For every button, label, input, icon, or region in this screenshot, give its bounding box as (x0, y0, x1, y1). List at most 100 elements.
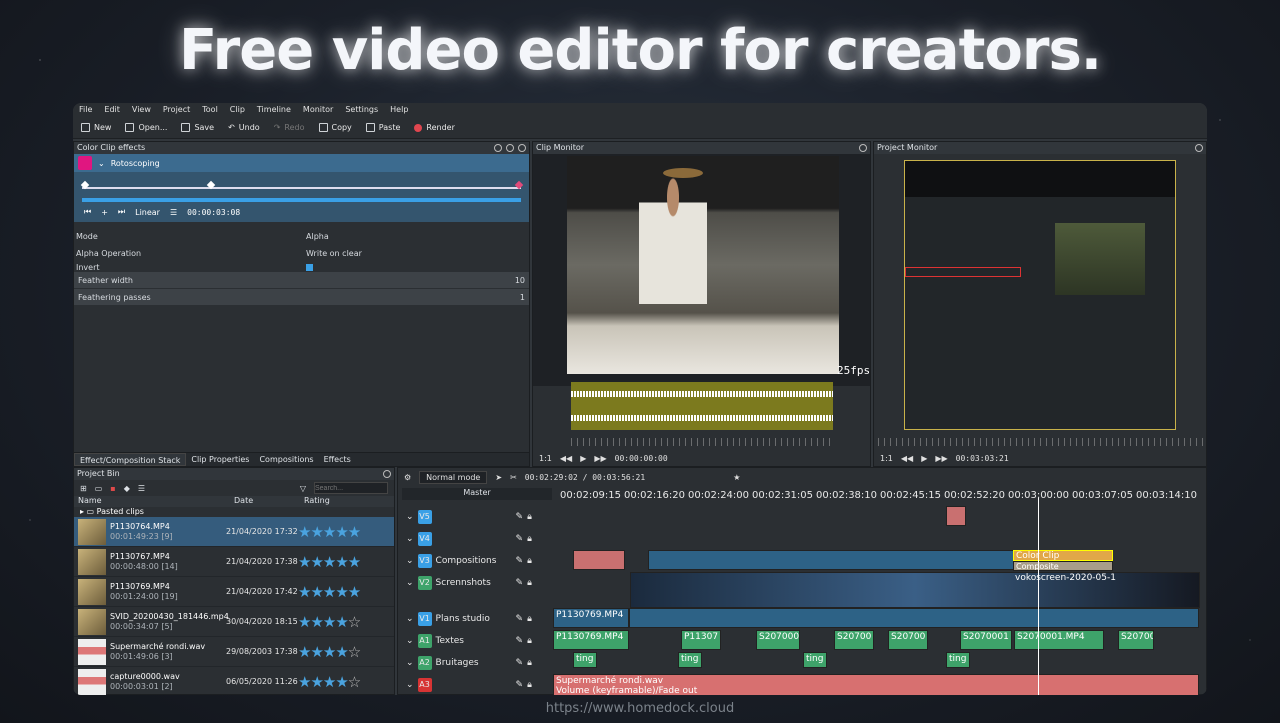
lock-icon[interactable]: 🔒︎ (527, 556, 532, 566)
close-icon[interactable] (859, 144, 867, 152)
timeline-timecode[interactable]: 00:02:29:02 / 00:03:56:21 (525, 473, 645, 482)
menu-icon[interactable]: ☰ (138, 484, 145, 493)
rating-stars[interactable]: ★★★★★ (298, 523, 361, 541)
project-timecode[interactable]: 00:03:03:21 (956, 454, 1009, 463)
paste-button[interactable]: Paste (365, 123, 400, 132)
menu-settings[interactable]: Settings (345, 105, 378, 115)
play-icon[interactable]: ▶ (580, 454, 586, 463)
menu-monitor[interactable]: Monitor (303, 105, 333, 115)
edit-icon[interactable]: ✎ (516, 534, 524, 544)
bin-item[interactable]: P1130769.MP4 00:01:24:00 [19] 21/04/2020 1… (74, 577, 394, 607)
a1-clip[interactable]: P11307 (681, 630, 721, 650)
lock-icon[interactable]: 🔒︎ (527, 636, 532, 646)
track-header-v3[interactable]: ⌄ V3 Compositions ✎ 🔒︎ (398, 550, 532, 572)
bin-item[interactable]: SVID_20200430_181446.mp4 00:00:34:07 [5] 3… (74, 607, 394, 637)
lock-icon[interactable]: 🔒︎ (527, 578, 532, 588)
rating-stars[interactable]: ★★★★☆ (298, 673, 361, 691)
lock-icon[interactable]: 🔒︎ (527, 512, 532, 522)
bin-item[interactable]: P1130767.MP4 00:00:48:00 [14] 21/04/2020 1… (74, 547, 394, 577)
edit-icon[interactable]: ✎ (516, 614, 524, 624)
interpolation-select[interactable]: Linear (135, 208, 160, 217)
chevron-down-icon[interactable]: ⌄ (406, 534, 414, 544)
timeline-clip[interactable] (573, 550, 625, 570)
menu-clip[interactable]: Clip (230, 105, 245, 115)
clip-timecode[interactable]: 00:00:00:00 (615, 454, 668, 463)
edit-icon[interactable]: ✎ (516, 658, 524, 668)
tab-compositions[interactable]: Compositions (254, 453, 318, 466)
tag-icon[interactable]: ◆ (124, 484, 130, 493)
lock-icon[interactable]: 🔒︎ (527, 658, 532, 668)
v1-clip-rest[interactable] (629, 608, 1199, 628)
previous-keyframe-icon[interactable]: ⏮ (84, 207, 91, 217)
mode-select[interactable]: Normal mode (419, 470, 488, 484)
razor-tool-icon[interactable]: ✂ (510, 473, 517, 482)
a2-clip[interactable]: ting (678, 652, 702, 668)
a1-clip[interactable]: S2070001.MP4 (1014, 630, 1104, 650)
chevron-down-icon[interactable]: ⌄ (406, 556, 414, 566)
copy-button[interactable]: Copy (318, 123, 352, 132)
col-date[interactable]: Date (234, 496, 304, 507)
a1-clip[interactable]: P1130769.MP4 (553, 630, 629, 650)
lock-icon[interactable]: 🔒︎ (527, 614, 532, 624)
edit-icon[interactable]: ✎ (516, 556, 524, 566)
add-keyframe-icon[interactable]: + (101, 208, 108, 217)
eye-icon[interactable] (506, 144, 514, 152)
edit-icon[interactable]: ✎ (516, 680, 524, 690)
lock-icon[interactable]: 🔒︎ (527, 534, 532, 544)
menu-help[interactable]: Help (390, 105, 408, 115)
open-button[interactable]: Open... (125, 123, 167, 132)
edit-icon[interactable]: ✎ (516, 636, 524, 646)
folder-icon[interactable]: ▭ (95, 484, 103, 493)
rating-stars[interactable]: ★★★★☆ (298, 643, 361, 661)
a1-clip[interactable]: S2070001 (960, 630, 1012, 650)
slider-feather-width[interactable]: Feather width 10 (74, 272, 529, 289)
col-name[interactable]: Name (78, 496, 234, 507)
new-button[interactable]: New (81, 123, 111, 132)
chevron-down-icon[interactable]: ⌄ (406, 658, 414, 668)
add-clip-icon[interactable]: ⊞ (80, 484, 87, 493)
menu-view[interactable]: View (132, 105, 151, 115)
undo-button[interactable]: ↶ Undo (228, 123, 260, 132)
track-header-a3[interactable]: ⌄ A3 ✎ 🔒︎ (398, 674, 532, 695)
tab-effects[interactable]: Effects (319, 453, 356, 466)
chevron-down-icon[interactable]: ⌄ (406, 578, 414, 588)
bin-search-input[interactable] (314, 482, 388, 494)
slider-feathering-passes[interactable]: Feathering passes 1 (74, 289, 529, 306)
render-button[interactable]: Render (414, 123, 455, 132)
chevron-down-icon[interactable]: ⌄ (406, 614, 414, 624)
rating-stars[interactable]: ★★★★★ (298, 583, 361, 601)
next-keyframe-icon[interactable]: ⏭ (118, 207, 125, 217)
playhead[interactable] (1038, 498, 1039, 695)
chevron-down-icon[interactable]: ⌄ (406, 512, 414, 522)
a1-clip[interactable]: S20700 (888, 630, 928, 650)
menu-timeline[interactable]: Timeline (257, 105, 291, 115)
close-icon[interactable] (383, 470, 391, 478)
delete-icon[interactable]: ▪ (110, 484, 115, 493)
a1-clip[interactable]: S20700 (834, 630, 874, 650)
timeline-ruler[interactable]: 00:02:09:15 00:02:16:20 00:02:24:00 00:02:3… (560, 490, 1206, 501)
master-button[interactable]: Master (402, 488, 552, 500)
track-header-v2[interactable]: ⌄ V2 Scrennshots ✎ 🔒︎ (398, 572, 532, 594)
a1-clip[interactable]: S20700 (1118, 630, 1154, 650)
v1-clip[interactable]: P1130769.MP4 (553, 608, 629, 628)
col-rating[interactable]: Rating (304, 496, 330, 507)
keyframe-timecode[interactable]: 00:00:03:08 (187, 208, 240, 217)
tab-effect-stack[interactable]: Effect/Composition Stack (74, 453, 187, 466)
menu-tool[interactable]: Tool (202, 105, 218, 115)
bin-item[interactable]: P1130764.MP4 00:01:49:23 [9] 21/04/2020 17… (74, 517, 394, 547)
bin-folder[interactable]: ▸ ▭ Pasted clips (74, 507, 394, 517)
a2-clip[interactable]: ting (573, 652, 597, 668)
dock-icon[interactable] (494, 144, 502, 152)
track-header-v5[interactable]: ⌄ V5 ✎ 🔒︎ (398, 506, 532, 528)
track-header-a1[interactable]: ⌄ A1 Textes ✎ 🔒︎ (398, 630, 532, 652)
track-header-a2[interactable]: ⌄ A2 Bruitages ✎ 🔒︎ (398, 652, 532, 674)
forward-icon[interactable]: ▶▶ (594, 454, 606, 463)
save-button[interactable]: Save (181, 123, 214, 132)
a2-clip[interactable]: ting (803, 652, 827, 668)
a1-clip[interactable]: S207000 (756, 630, 800, 650)
chevron-down-icon[interactable]: ⌄ (406, 636, 414, 646)
keyframe-ruler[interactable] (74, 172, 529, 202)
bin-item[interactable]: capture0000.wav 00:00:03:01 [2] 06/05/2020… (74, 667, 394, 695)
close-icon[interactable] (1195, 144, 1203, 152)
rating-stars[interactable]: ★★★★☆ (298, 613, 361, 631)
